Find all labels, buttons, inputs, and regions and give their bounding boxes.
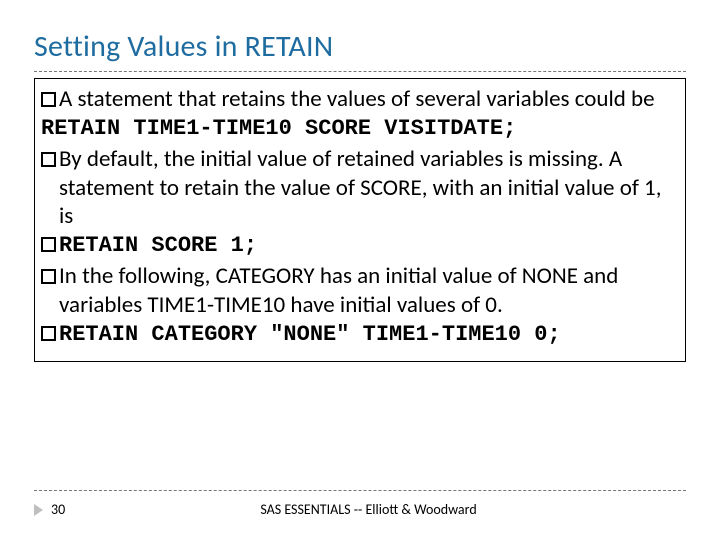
footer-divider [34,490,686,491]
slide: Setting Values in RETAIN A statement tha… [0,0,720,540]
footer: 30 SAS ESSENTIALS -- Elliott & Woodward [34,488,686,518]
bullet-2-text: By default, the initial value of retaine… [59,145,661,231]
bullet-1-text: A statement that retains the values of s… [59,85,655,113]
page-number: 30 [51,501,91,518]
bullet-icon [41,237,56,252]
title-divider [34,71,686,72]
bullet-icon [41,326,56,341]
content-box: A statement that retains the values of s… [34,78,686,362]
footer-row: 30 SAS ESSENTIALS -- Elliott & Woodward [34,501,686,518]
bullet-1: A statement that retains the values of s… [41,85,679,114]
bullet-2: By default, the initial value of retaine… [41,145,679,231]
bullet-icon [41,92,56,107]
bullet-3: In the following, CATEGORY has an initia… [41,262,679,320]
bullet-icon [41,269,56,284]
footer-text: SAS ESSENTIALS -- Elliott & Woodward [91,501,646,518]
play-icon [34,504,43,516]
bullet-icon [41,152,56,167]
bullet-3-text: In the following, CATEGORY has an initia… [59,262,618,319]
code-line-3: RETAIN CATEGORY "NONE" TIME1-TIME10 0; [41,322,679,347]
code-3-text: RETAIN CATEGORY "NONE" TIME1-TIME10 0; [59,322,561,347]
slide-title: Setting Values in RETAIN [34,28,686,65]
code-2-text: RETAIN SCORE 1; [59,233,257,258]
code-line-1: RETAIN TIME1-TIME10 SCORE VISITDATE; [41,116,679,141]
code-line-2: RETAIN SCORE 1; [41,233,679,258]
